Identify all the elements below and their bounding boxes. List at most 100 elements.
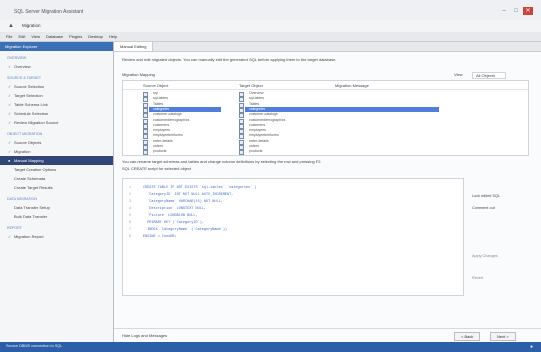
sidebar-item[interactable]: ● Manual Mapping [0, 156, 113, 165]
sidebar-item[interactable]: ✓ Table Schema Link [0, 100, 113, 109]
next-button[interactable]: Next > [490, 332, 516, 341]
target-object: customers [249, 122, 266, 127]
grid-row[interactable]: sql-tables sql-tables [123, 96, 528, 103]
sidebar-item-label: Table Schema Link [14, 102, 48, 107]
menu-edit[interactable]: Edit [18, 32, 25, 41]
sidebar-item-label: Review Migration Source [14, 120, 59, 125]
grid-row[interactable]: sql Overview [123, 91, 528, 97]
sidebar-item[interactable]: Target Creation Options [0, 165, 113, 174]
target-object: orders [249, 144, 259, 148]
sidebar-item[interactable]: ✓ Schedule Selection [0, 109, 113, 118]
code-text: `CategoryName` VARCHAR(15) NOT NULL, [143, 200, 223, 204]
minimize-button[interactable]: – [499, 7, 509, 15]
navigation-row: ▲ Migration [0, 20, 541, 32]
hide-logs-link[interactable]: Hide Logs and Messages [122, 333, 167, 338]
menu-plugins[interactable]: Plugins [69, 32, 82, 41]
code-line: 6 PRIMARY KEY (`CategoryID`), [123, 220, 463, 227]
source-object: employeeterritories [153, 133, 183, 138]
view-label: View [454, 72, 463, 77]
code-line: 2 `CategoryID` INT NOT NULL AUTO_INCREME… [123, 192, 463, 199]
source-checkbox[interactable] [143, 150, 148, 156]
source-object: categories [153, 106, 170, 111]
grid-row[interactable]: customer-catalogs customer-catalogs [123, 112, 528, 119]
grid-row[interactable]: Tables Tables [123, 101, 528, 108]
sidebar-item[interactable]: ✓ Target Selection [0, 91, 113, 100]
notification-icon[interactable]: ● [530, 344, 533, 350]
back-button[interactable]: < Back [454, 332, 481, 341]
target-object: Tables [249, 101, 260, 106]
sidebar-item[interactable]: ✓ Review Migration Source [0, 118, 113, 127]
grid-row[interactable]: employeeterritories employeeterritories [123, 133, 528, 140]
comment-out-button[interactable]: Comment out [472, 206, 495, 210]
sidebar-item[interactable]: Create Target Results [0, 183, 113, 192]
tab-bar: Manual Editing [114, 42, 541, 52]
sidebar-item[interactable]: Create Schemata [0, 174, 113, 183]
menu-bar: File Edit View Database Plugins Desktop Help [0, 32, 541, 42]
mapping-grid: Source Object Target Object Migration Me… [122, 80, 529, 156]
target-object: categories [249, 106, 266, 111]
sidebar-item[interactable]: ✓ Source Objects [0, 138, 113, 147]
sidebar-item-label: Source Selection [14, 84, 45, 89]
main-panel: Manual Editing Review and edit migrated … [114, 42, 541, 342]
grid-row[interactable]: order-details order-details [123, 138, 528, 145]
target-object: Overview [249, 91, 264, 95]
line-number: 2 [129, 193, 132, 197]
sql-caption: You can rename target schemas and tables… [122, 159, 322, 164]
grid-row[interactable]: customerdemographics customerdemographics [123, 117, 528, 124]
maximize-button[interactable]: □ [511, 7, 521, 15]
window-controls: – □ ✕ [497, 7, 535, 17]
source-object: employees [153, 128, 170, 133]
lock-sql-button[interactable]: Lock edited SQL [472, 194, 500, 198]
menu-database[interactable]: Database [46, 32, 63, 41]
menu-view[interactable]: View [31, 32, 40, 41]
view-dropdown[interactable]: All Objects [472, 72, 507, 79]
source-object: Tables [153, 101, 164, 106]
grid-row[interactable]: employees employees [123, 128, 528, 135]
target-object: customer-catalogs [249, 112, 278, 117]
target-checkbox[interactable] [239, 150, 244, 156]
apply-changes-button[interactable]: Apply Changes [472, 254, 498, 258]
close-button[interactable]: ✕ [523, 7, 533, 15]
sidebar-section-title: DATA MIGRATION [7, 197, 37, 201]
grid-row[interactable]: customers customers [123, 122, 528, 129]
line-number: 8 [129, 235, 132, 239]
source-object: order-details [153, 138, 173, 143]
sidebar-item[interactable]: ✓ Source Selection [0, 82, 113, 91]
target-object: customerdemographics [249, 117, 286, 122]
revert-button[interactable]: Revert [472, 276, 483, 280]
sidebar-item-label: Create Schemata [14, 176, 46, 181]
menu-file[interactable]: File [6, 32, 12, 41]
status-text: Source DBMS connection to SQL [6, 344, 63, 348]
grid-row[interactable]: products products [123, 149, 528, 156]
code-line: 8 ENGINE = InnoDB; [123, 234, 463, 241]
line-number: 4 [129, 207, 132, 211]
sidebar-item[interactable]: ✓ Overview [0, 62, 113, 71]
sidebar-item[interactable]: ✓ Migration Report [0, 232, 113, 241]
target-object: sql-tables [249, 96, 264, 101]
sidebar-header: Migration Explorer [0, 42, 113, 51]
sidebar-item-label: Data Transfer Setup [14, 205, 50, 210]
sidebar-item[interactable]: Data Transfer Setup [0, 203, 113, 212]
status-bar: Source DBMS connection to SQL ● [0, 342, 541, 352]
menu-help[interactable]: Help [109, 32, 117, 41]
sidebar: Migration Explorer OVERVIEW ✓ Overview SOUR… [0, 42, 114, 342]
sidebar-item[interactable]: ✓ Migration [0, 147, 113, 156]
column-source: Source Object [143, 83, 169, 88]
back-icon[interactable]: ▲ [8, 23, 14, 29]
tab-manual-editing[interactable]: Manual Editing [114, 42, 154, 51]
grid-label: Migration Mapping [122, 72, 155, 77]
line-number: 3 [129, 200, 132, 204]
sidebar-item[interactable]: Bulk Data Transfer [0, 212, 113, 221]
target-object: order-details [249, 138, 269, 143]
sidebar-item-label: Source Objects [14, 140, 42, 145]
source-object: sql-tables [153, 96, 168, 101]
menu-desktop[interactable]: Desktop [88, 32, 103, 41]
source-object: customerdemographics [153, 117, 190, 122]
grid-row[interactable]: orders orders [123, 144, 528, 150]
column-target: Target Object [239, 83, 263, 88]
sql-label: SQL CREATE script for selected object [122, 166, 192, 171]
code-line: 7 INDEX `CategoryName` (`CategoryName`)) [123, 227, 463, 234]
sql-editor[interactable]: 1 CREATE TABLE IF NOT EXISTS `sql-tables`… [122, 178, 464, 296]
account-selector[interactable]: Migration [22, 23, 41, 28]
grid-row[interactable]: categories categories [123, 106, 528, 113]
